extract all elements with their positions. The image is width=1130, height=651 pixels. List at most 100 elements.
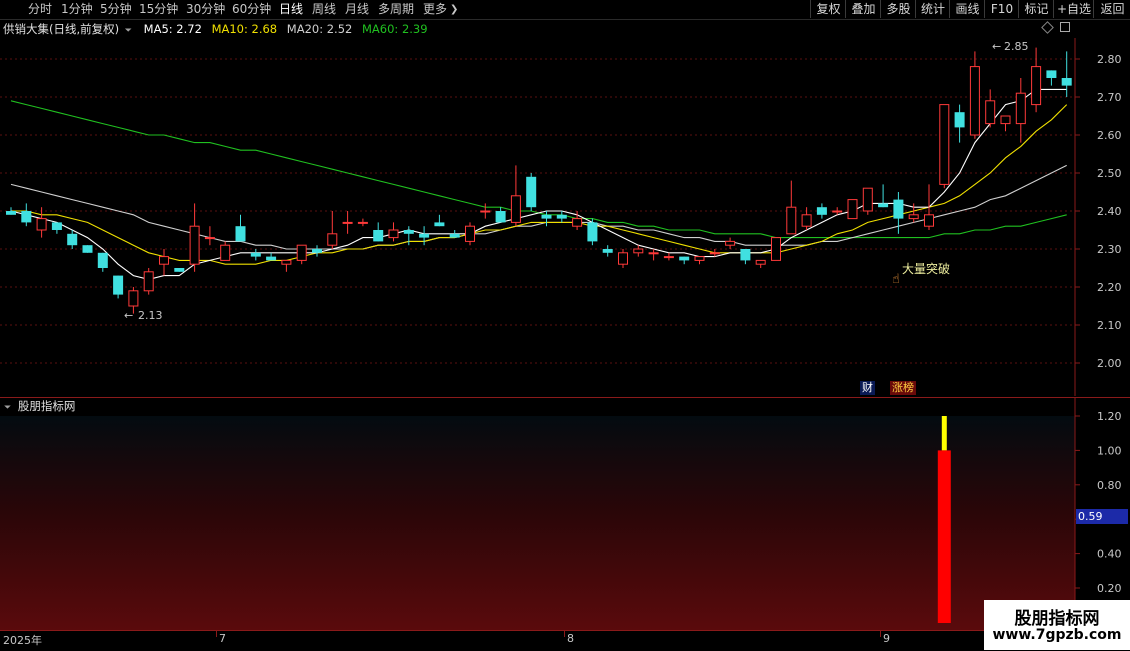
period-tab-30min[interactable]: 30分钟 <box>186 2 225 17</box>
indicator-yellow-bar <box>941 416 947 451</box>
candle-body <box>82 245 93 253</box>
watermark-title: 股朋指标网 <box>1014 609 1100 629</box>
candle <box>174 268 185 272</box>
hand-pointer-icon: ☝ <box>892 272 900 287</box>
draw-line-button[interactable]: 画线 <box>949 0 985 18</box>
date-label-sep: 9 <box>883 632 890 645</box>
candle-body <box>220 244 231 261</box>
candle <box>847 199 858 220</box>
candle-body <box>97 252 108 268</box>
candle <box>862 187 873 215</box>
period-tab-multi[interactable]: 多周期 <box>378 2 414 17</box>
period-tab-60min[interactable]: 60分钟 <box>232 2 271 17</box>
candle-body <box>204 237 215 240</box>
period-tab-fenshi[interactable]: 分时 <box>28 2 52 17</box>
candle-body <box>572 218 583 227</box>
stock-title[interactable]: 供销大集(日线,前复权) <box>3 22 119 36</box>
period-tab-more[interactable]: 更多 <box>423 2 447 17</box>
chevron-right-icon[interactable]: ❯ <box>450 2 458 17</box>
candle-body <box>847 199 858 220</box>
high-price-label: 2.85 <box>1004 40 1029 53</box>
ma60-legend: MA60: 2.39 <box>362 22 428 36</box>
fuquan-button[interactable]: 复权 <box>810 0 846 18</box>
chevron-down-icon[interactable]: ⏷ <box>4 403 11 413</box>
candle-body <box>878 203 889 208</box>
price-axis: 2.80 2.70 2.60 2.50 2.40 2.30 2.20 2.10 2.00 <box>1075 53 1122 370</box>
candle-body <box>67 233 78 246</box>
overlay-button[interactable]: 叠加 <box>845 0 881 18</box>
candle-body <box>357 221 368 224</box>
candle-body <box>954 112 965 128</box>
period-tab-1min[interactable]: 1分钟 <box>61 2 93 17</box>
candle-body <box>633 248 644 254</box>
period-tab-daily[interactable]: 日线 <box>279 2 303 17</box>
candle-body <box>862 187 873 212</box>
candle <box>465 222 475 246</box>
candle-body <box>327 233 338 246</box>
date-label-aug: 8 <box>567 632 574 645</box>
candle-body <box>342 221 353 224</box>
candle-body <box>556 214 567 219</box>
period-tab-monthly[interactable]: 月线 <box>345 2 369 17</box>
indicator-chart[interactable]: 1.201.000.800.600.400.20 <box>0 397 1130 630</box>
low-price-label: 2.13 <box>138 309 163 322</box>
window-toggle-icon[interactable] <box>1060 22 1070 32</box>
candle-body <box>526 176 537 208</box>
indicator-axis-label: 0.20 <box>1097 582 1122 595</box>
candle-body <box>1015 92 1026 125</box>
candle-body <box>663 256 674 259</box>
statistics-button[interactable]: 统计 <box>915 0 950 18</box>
indicator-axis-label: 1.20 <box>1097 410 1122 423</box>
add-favorite-button[interactable]: +自选 <box>1053 0 1094 18</box>
ma20-legend: MA20: 2.52 <box>286 22 353 36</box>
watermark-url: www.7gpzb.com <box>992 627 1122 643</box>
candle <box>82 245 93 253</box>
back-button[interactable]: 返回 <box>1093 0 1130 18</box>
mark-button[interactable]: 标记 <box>1018 0 1054 18</box>
candle-body <box>1046 70 1057 78</box>
candle-body <box>388 229 399 239</box>
price-axis-label: 2.20 <box>1097 281 1122 294</box>
signal-label: 大量突破 <box>902 261 950 276</box>
candle-body <box>128 290 139 307</box>
price-axis-label: 2.40 <box>1097 205 1122 218</box>
price-chart[interactable]: 2.80 2.70 2.60 2.50 2.40 2.30 2.20 2.10 2.00 ← 2… <box>0 38 1130 396</box>
candle-body <box>908 214 919 220</box>
indicator-axis-label: 0.40 <box>1097 548 1122 561</box>
candle <box>771 237 781 261</box>
chevron-down-icon[interactable]: ⏷ <box>125 26 132 36</box>
period-tab-weekly[interactable]: 周线 <box>312 2 336 17</box>
price-axis-label: 2.70 <box>1097 91 1122 104</box>
finance-marker[interactable]: 财 <box>860 381 875 395</box>
candle-body <box>694 256 705 261</box>
candle-body <box>755 259 766 265</box>
ma5-legend: MA5: 2.72 <box>143 22 202 36</box>
candle-body <box>419 233 430 238</box>
indicator-value-badge: 0.59 <box>1076 509 1128 524</box>
main-chart-header: 供销大集(日线,前复权) ⏷ MA5: 2.72 MA10: 2.68 MA20… <box>0 20 1075 38</box>
indicator-red-bar <box>937 450 951 623</box>
candle-body <box>174 268 185 272</box>
candle-body <box>740 249 751 261</box>
indicator-name[interactable]: 股朋指标网 <box>18 399 76 413</box>
multi-stock-button[interactable]: 多股 <box>880 0 916 18</box>
candle-body <box>21 211 32 223</box>
candle-body <box>1031 66 1042 106</box>
candle-body <box>1061 78 1072 86</box>
indicator-axis-label: 1.00 <box>1097 444 1122 457</box>
candle-body <box>541 214 552 219</box>
candle-body <box>159 256 169 265</box>
indicator-axis: 1.201.000.800.600.400.20 <box>1075 410 1122 595</box>
price-axis-label: 2.10 <box>1097 319 1122 332</box>
candle-body <box>281 259 292 265</box>
candle-body <box>51 222 62 230</box>
high-annotation: ← 2.85 <box>992 40 1029 53</box>
period-tab-5min[interactable]: 5分钟 <box>100 2 132 17</box>
candle-body <box>893 199 904 219</box>
candle-body <box>771 237 781 261</box>
candle-body <box>403 230 414 234</box>
f10-button[interactable]: F10 <box>984 0 1019 18</box>
candle-body <box>296 244 307 261</box>
period-tab-15min[interactable]: 15分钟 <box>139 2 178 17</box>
limit-up-marker[interactable]: 涨榜 <box>890 381 916 395</box>
